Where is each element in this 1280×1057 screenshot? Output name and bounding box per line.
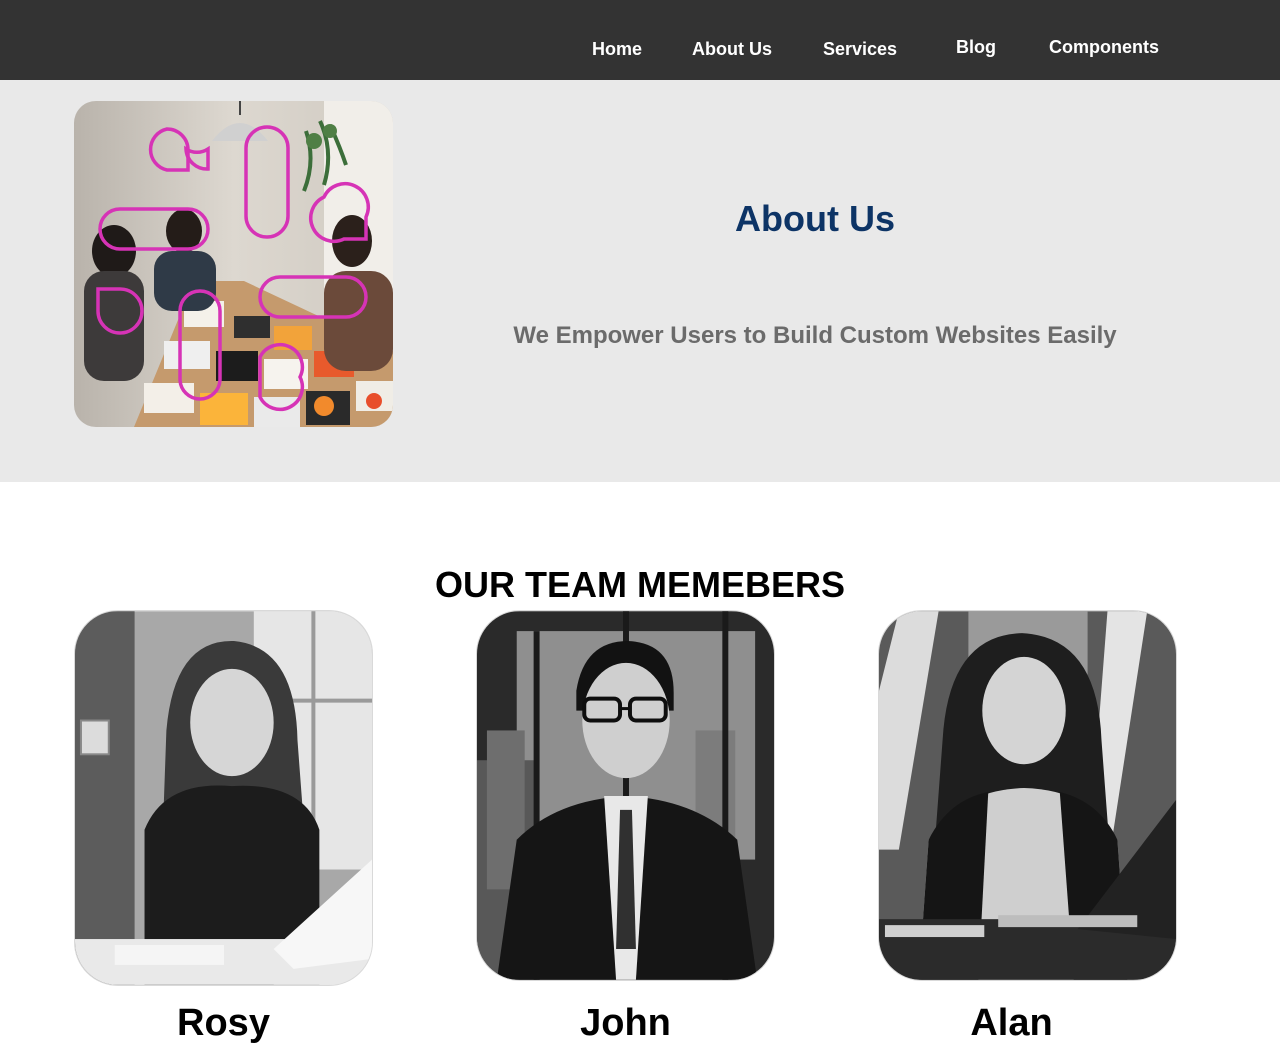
team-section-heading: OUR TEAM MEMEBERS [434,564,845,605]
team-meeting-photo [74,101,393,427]
nav-link-services[interactable]: Services [823,39,897,60]
man-in-suit-photo [476,610,775,981]
member-name-rosy: Rosy [177,1002,270,1044]
member-name-john: John [580,1002,671,1044]
about-us-heading: About Us [735,198,895,239]
nav-link-about-us[interactable]: About Us [692,39,772,60]
nav-link-home[interactable]: Home [592,39,642,60]
about-us-tagline: We Empower Users to Build Custom Website… [513,322,1117,349]
woman-at-desk-photo [878,610,1177,981]
nav-link-components[interactable]: Components [1049,37,1159,58]
about-us-hero-section: About Us We Empower Users to Build Custo… [0,80,1280,482]
top-navigation-bar: Home About Us Services Blog Components [0,0,1280,80]
nav-link-blog[interactable]: Blog [956,37,996,58]
member-name-alan: Alan [970,1002,1053,1044]
woman-with-laptop-photo [74,610,373,986]
